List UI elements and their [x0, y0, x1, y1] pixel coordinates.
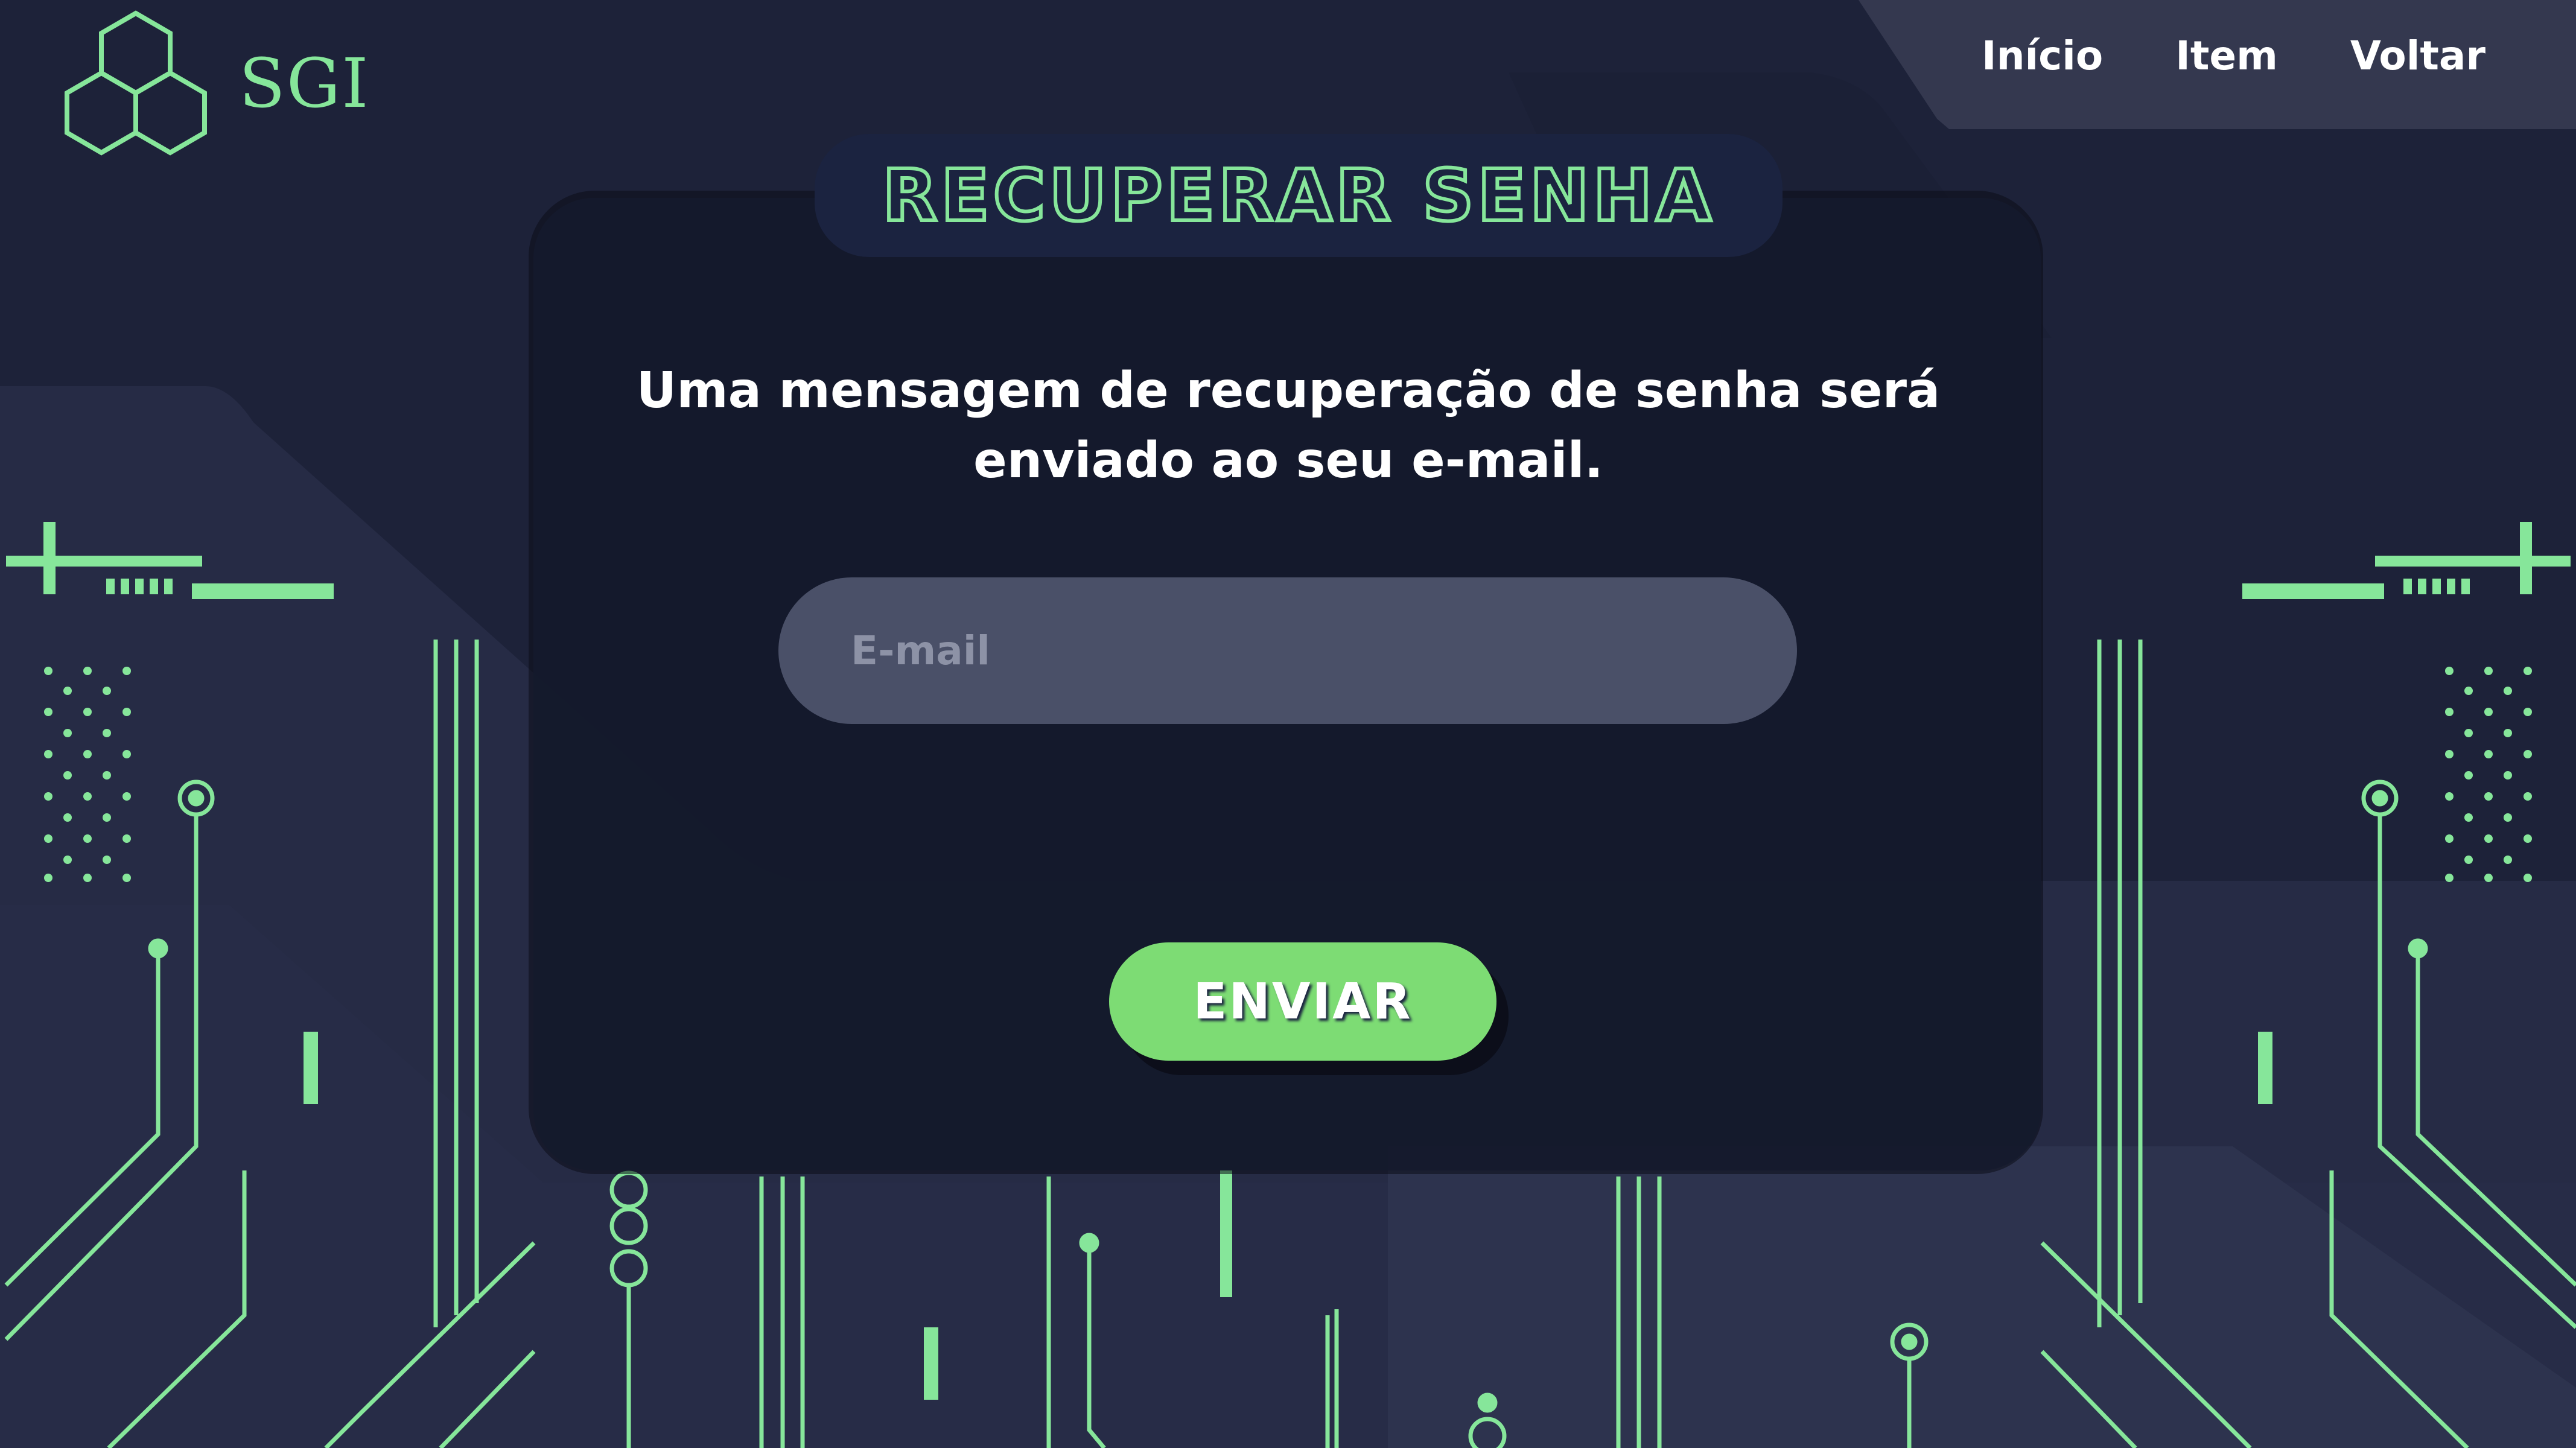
- hexagon-cluster-icon: [65, 10, 207, 156]
- email-field[interactable]: [778, 577, 1797, 724]
- nav-link-voltar[interactable]: Voltar: [2350, 33, 2485, 79]
- circuit-right: [2040, 522, 2576, 1448]
- submit-button[interactable]: ENVIAR: [1109, 942, 1496, 1061]
- nav-link-inicio[interactable]: Início: [1982, 33, 2103, 79]
- brand-logo[interactable]: SGI: [59, 8, 369, 159]
- dot-grid-right: [2445, 667, 2532, 882]
- page-title: RECUPERAR SENHA: [880, 152, 1715, 239]
- brand-name: SGI: [239, 45, 370, 123]
- recovery-message: Uma mensagem de recuperação de senha ser…: [636, 362, 1941, 489]
- dot-grid-left: [44, 667, 131, 882]
- nav-link-item[interactable]: Item: [2175, 33, 2278, 79]
- card-title-tab: RECUPERAR SENHA: [815, 134, 1783, 257]
- top-nav: Início Item Voltar: [1982, 33, 2485, 79]
